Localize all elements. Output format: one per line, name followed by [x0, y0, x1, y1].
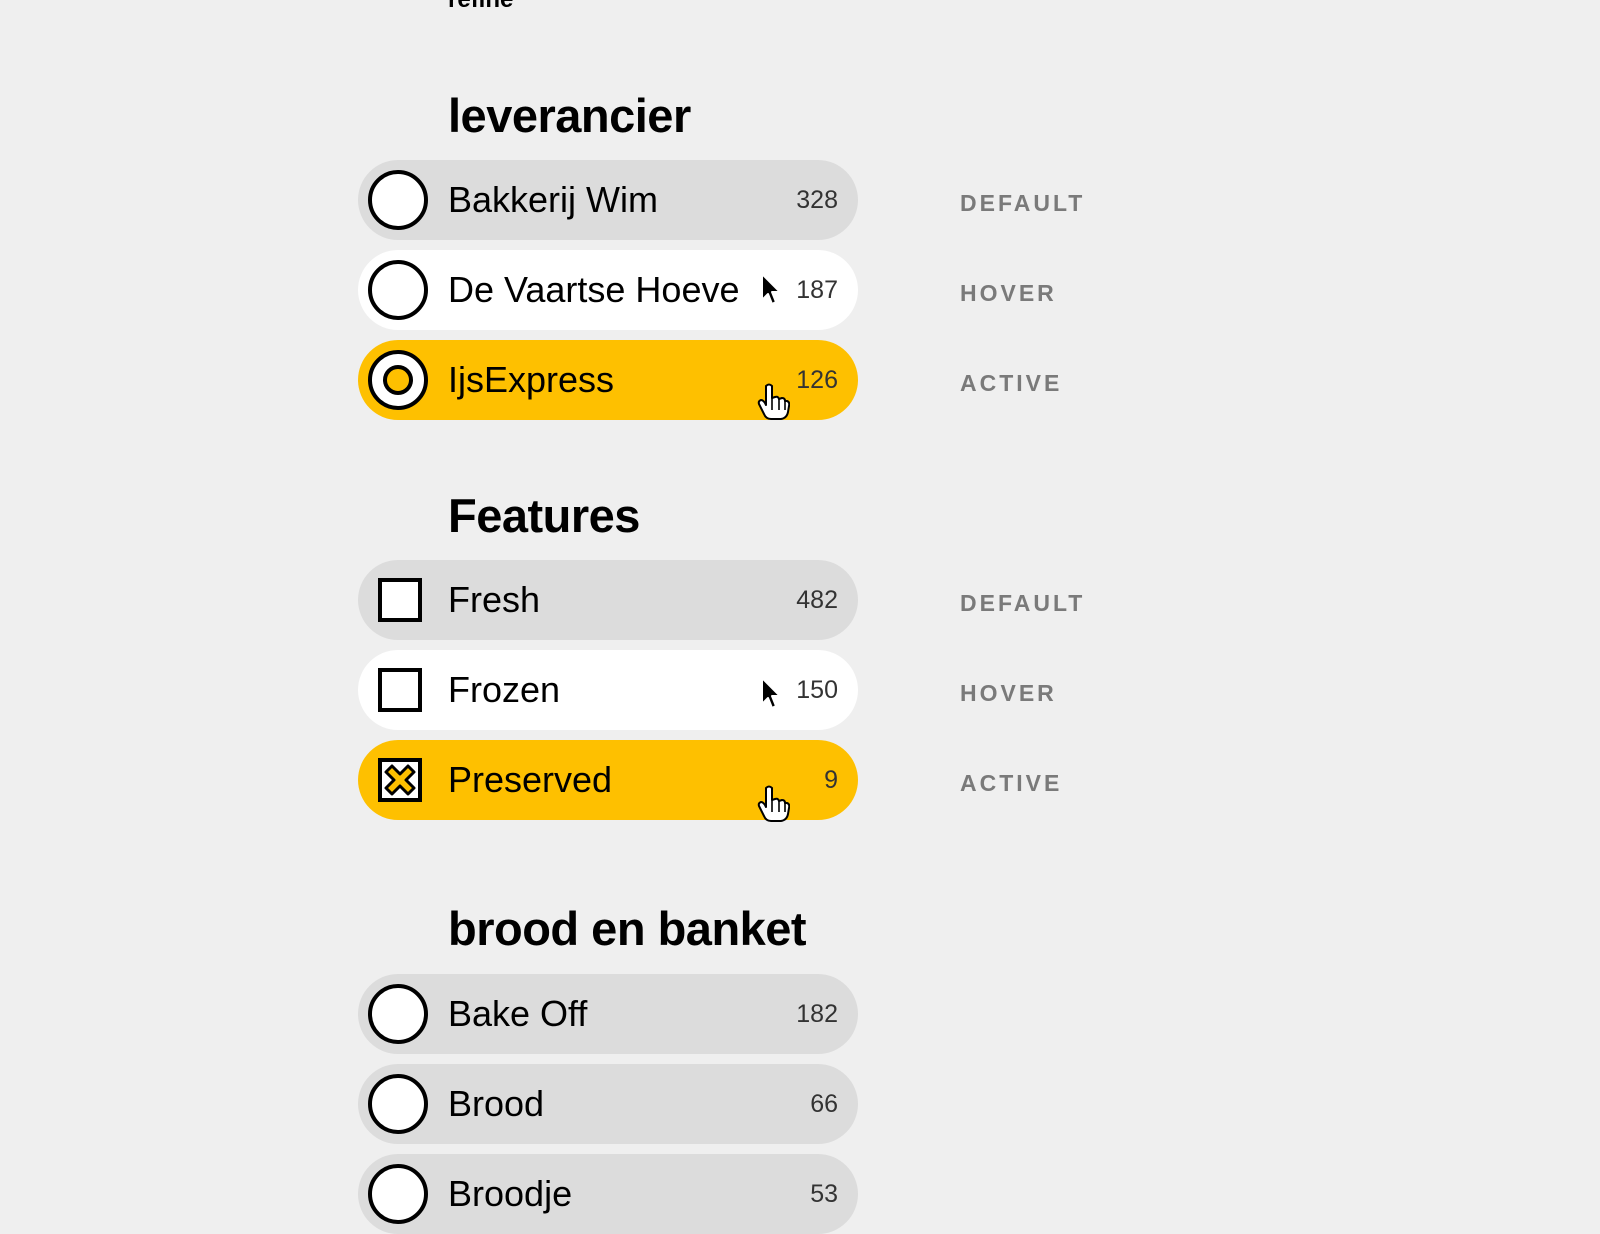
- option-label: Bake Off: [448, 993, 588, 1034]
- option-label: Broodje: [448, 1173, 573, 1214]
- filter-option-broodje[interactable]: Broodje 53: [358, 1154, 858, 1234]
- option-count: 126: [796, 366, 838, 394]
- hand-cursor-icon: [757, 383, 790, 420]
- section-title-leverancier: leverancier: [448, 89, 691, 142]
- state-label-default: DEFAULT: [960, 190, 1086, 216]
- filter-option-bakkerij-wim[interactable]: Bakkerij Wim 328: [358, 160, 858, 240]
- radio-button-icon[interactable]: [368, 1164, 428, 1224]
- option-label: Brood: [448, 1083, 545, 1124]
- radio-button-icon[interactable]: [368, 260, 428, 320]
- filter-option-bake-off[interactable]: Bake Off 182: [358, 974, 858, 1054]
- option-count: 53: [810, 1180, 838, 1208]
- section-title-brood-en-banket: brood en banket: [448, 902, 807, 955]
- option-count: 66: [810, 1090, 838, 1118]
- option-count: 9: [824, 766, 838, 794]
- x-mark-icon: [384, 764, 416, 796]
- option-count: 328: [796, 186, 838, 214]
- radio-button-icon[interactable]: [368, 170, 428, 230]
- arrow-cursor-icon: [761, 273, 781, 305]
- option-count: 182: [796, 1000, 838, 1028]
- refine-heading: refine: [448, 0, 513, 14]
- state-label-hover: HOVER: [960, 280, 1057, 306]
- option-label: Fresh: [448, 579, 541, 620]
- option-count: 187: [796, 276, 838, 304]
- state-label-active: ACTIVE: [960, 770, 1063, 796]
- radio-button-icon[interactable]: [368, 1074, 428, 1134]
- option-count: 482: [796, 586, 838, 614]
- state-label-hover: HOVER: [960, 680, 1057, 706]
- radio-button-icon[interactable]: [368, 984, 428, 1044]
- checkbox-icon[interactable]: [378, 578, 422, 622]
- filter-option-fresh[interactable]: Fresh 482: [358, 560, 858, 640]
- radio-dot-icon: [383, 365, 413, 395]
- option-label: Bakkerij Wim: [448, 179, 659, 220]
- option-label: De Vaartse Hoeve: [448, 269, 740, 310]
- state-label-default: DEFAULT: [960, 590, 1086, 616]
- filter-option-brood[interactable]: Brood 66: [358, 1064, 858, 1144]
- hand-cursor-icon: [757, 785, 790, 822]
- radio-button-selected-icon[interactable]: [368, 350, 428, 410]
- option-label: Preserved: [448, 759, 613, 800]
- checkbox-icon[interactable]: [378, 668, 422, 712]
- section-title-features: Features: [448, 489, 640, 542]
- arrow-cursor-icon: [761, 677, 781, 709]
- option-label: IjsExpress: [448, 359, 615, 400]
- checkbox-checked-icon[interactable]: [378, 758, 422, 802]
- state-label-active: ACTIVE: [960, 370, 1063, 396]
- option-count: 150: [796, 676, 838, 704]
- option-label: Frozen: [448, 669, 561, 710]
